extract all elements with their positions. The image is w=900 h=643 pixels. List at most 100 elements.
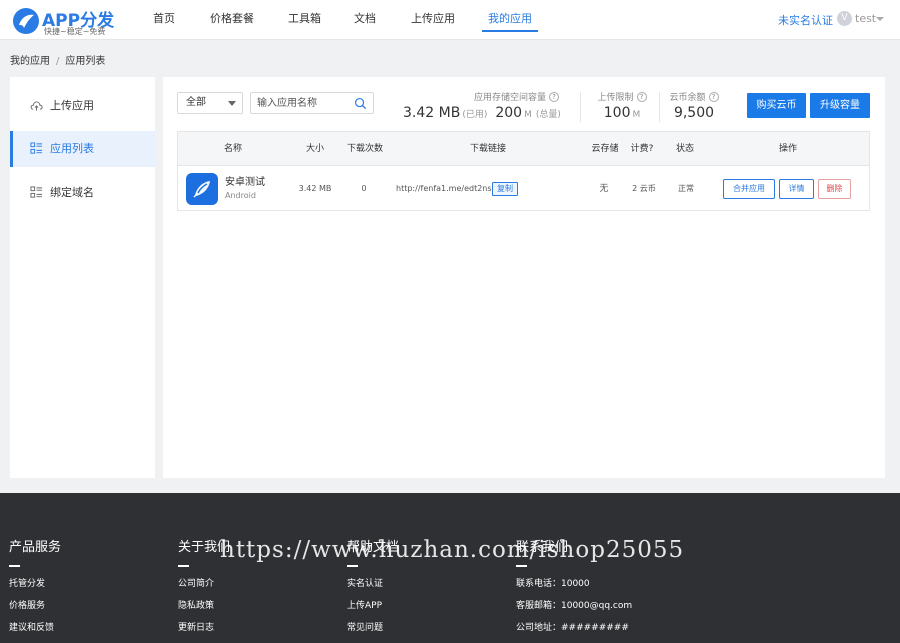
sidebar-item-upload[interactable]: 上传应用 xyxy=(10,88,155,124)
upload-limit-number: 100 xyxy=(603,105,631,121)
cloud-upload-icon xyxy=(30,101,43,111)
nav-toolbox[interactable]: 工具箱 xyxy=(288,0,321,40)
nav-upload-app[interactable]: 上传应用 xyxy=(411,0,455,40)
nav-pricing[interactable]: 价格套餐 xyxy=(210,0,254,40)
download-link[interactable]: http://fenfa1.me/edt2ns xyxy=(396,167,492,211)
billing-value: 2 云币 xyxy=(632,184,656,193)
coins-label: 云币余额? xyxy=(663,90,725,103)
upgrade-storage-button[interactable]: 升级容量 xyxy=(810,93,870,118)
footer: 产品服务 托管分发 价格服务 建议和反馈 关于我们 公司简介 隐私政策 更新日志… xyxy=(0,493,900,643)
sidebar-item-app-list[interactable]: 应用列表 xyxy=(10,131,155,167)
divider xyxy=(347,565,358,567)
storage-stat: 应用存储空间容量? 3.42 MB (已用) 200 M (总量) xyxy=(403,90,573,121)
details-button[interactable]: 详情 xyxy=(779,179,814,199)
table-row: 安卓测试 Android 3.42 MB 0 http://fenfa1.me/… xyxy=(178,167,869,211)
cloud-storage-value: 无 xyxy=(599,184,609,194)
user-avatar[interactable]: V xyxy=(837,11,852,26)
nav-my-apps[interactable]: 我的应用 xyxy=(482,0,538,40)
app-name[interactable]: 安卓测试 xyxy=(225,177,265,189)
realname-auth-link[interactable]: 未实名认证 xyxy=(778,12,833,28)
divider xyxy=(659,92,660,122)
footer-link[interactable]: 公司简介 xyxy=(178,576,338,589)
app-downloads: 0 xyxy=(361,184,367,193)
footer-link[interactable]: 托管分发 xyxy=(9,576,169,589)
nav-docs[interactable]: 文档 xyxy=(354,0,376,40)
storage-label: 应用存储空间容量? xyxy=(403,90,573,103)
copy-button[interactable]: 复制 xyxy=(492,182,518,196)
chevron-down-icon[interactable] xyxy=(876,17,884,21)
upload-limit-stat: 上传限制? 100 M xyxy=(585,90,659,121)
divider xyxy=(516,565,527,567)
delete-button[interactable]: 删除 xyxy=(818,179,851,199)
search-input[interactable] xyxy=(257,95,353,111)
col-status: 状态 xyxy=(675,144,694,154)
logo[interactable]: APP分发 快捷~稳定~免费 xyxy=(12,6,114,36)
app-platform: Android xyxy=(225,191,256,200)
storage-label-text: 应用存储空间容量 xyxy=(473,93,546,103)
col-cloud-storage: 云存储 xyxy=(591,144,619,154)
footer-contact-phone: 联系电话：10000 xyxy=(516,579,590,589)
help-icon[interactable]: ? xyxy=(636,91,647,102)
sidebar-item-label: 绑定域名 xyxy=(50,186,94,199)
col-billing: 计费? xyxy=(630,144,654,154)
sidebar-item-label: 上传应用 xyxy=(50,99,94,112)
divider xyxy=(9,565,20,567)
col-link: 下载链接 xyxy=(469,144,506,154)
footer-link[interactable]: 常见问题 xyxy=(347,620,507,633)
col-name: 名称 xyxy=(223,144,242,154)
storage-total-suffix: (总量) xyxy=(535,110,561,120)
app-icon[interactable] xyxy=(186,173,218,205)
breadcrumb: 我的应用 / 应用列表 xyxy=(10,52,105,67)
upload-limit-label-text: 上传限制 xyxy=(597,93,634,103)
app-size: 3.42 MB xyxy=(298,184,332,193)
help-icon[interactable]: ? xyxy=(549,91,559,102)
storage-used: 3.42 MB xyxy=(403,105,461,121)
buy-coins-button[interactable]: 购买云币 xyxy=(747,93,806,118)
breadcrumb-root[interactable]: 我的应用 xyxy=(10,56,50,67)
divider xyxy=(178,565,189,567)
help-icon[interactable]: ? xyxy=(708,91,719,102)
logo-mark-icon xyxy=(13,8,39,34)
platform-filter-select[interactable]: 全部 xyxy=(177,92,243,114)
coins-stat: 云币余额? 9,500 xyxy=(663,90,725,121)
storage-value: 3.42 MB (已用) 200 M (总量) xyxy=(403,105,573,121)
upload-limit-value: 100 M xyxy=(585,105,659,121)
footer-col-title: 产品服务 xyxy=(9,540,62,555)
footer-col-products: 产品服务 托管分发 价格服务 建议和反馈 xyxy=(9,536,169,633)
coins-value: 9,500 xyxy=(673,105,715,121)
footer-link[interactable]: 价格服务 xyxy=(9,598,169,611)
top-header: APP分发 快捷~稳定~免费 首页 价格套餐 工具箱 文档 上传应用 我的应用 … xyxy=(0,0,900,40)
search-icon[interactable] xyxy=(354,97,367,110)
watermark: https://www.huzhan.com/ishop25055 xyxy=(220,537,685,563)
footer-link[interactable]: 实名认证 xyxy=(347,576,507,589)
app-table: 名称 大小 下载次数 下载链接 云存储 计费? 状态 操作 安卓测试 Andro… xyxy=(177,131,870,211)
footer-link[interactable]: 上传APP xyxy=(347,598,507,611)
breadcrumb-current: 应用列表 xyxy=(65,56,106,67)
col-actions: 操作 xyxy=(778,144,797,154)
storage-total-unit: M xyxy=(524,110,532,120)
breadcrumb-separator: / xyxy=(56,56,60,67)
caret-down-icon xyxy=(228,101,236,106)
upload-limit-label: 上传限制? xyxy=(585,90,659,103)
footer-link[interactable]: 建议和反馈 xyxy=(9,620,169,633)
grid-list-icon xyxy=(30,186,43,198)
footer-contact-address: 公司地址：######### xyxy=(516,623,629,633)
footer-contact-email: 客服邮箱：10000@qq.com xyxy=(516,601,633,611)
storage-total: 200 xyxy=(495,105,523,121)
upload-limit-unit: M xyxy=(632,110,641,120)
col-downloads: 下载次数 xyxy=(346,144,383,154)
storage-used-unit: (已用) xyxy=(462,110,488,120)
username[interactable]: test xyxy=(855,12,876,25)
merge-app-button[interactable]: 合并应用 xyxy=(723,179,775,199)
status-value: 正常 xyxy=(678,184,694,193)
footer-link[interactable]: 更新日志 xyxy=(178,620,338,633)
footer-link[interactable]: 隐私政策 xyxy=(178,598,338,611)
sidebar-item-label: 应用列表 xyxy=(50,142,94,155)
nav-home[interactable]: 首页 xyxy=(153,0,175,40)
table-header: 名称 大小 下载次数 下载链接 云存储 计费? 状态 操作 xyxy=(178,132,869,166)
divider xyxy=(580,92,581,122)
grid-list-icon xyxy=(30,142,43,154)
sidebar-item-bind-domain[interactable]: 绑定域名 xyxy=(10,175,155,211)
search-box xyxy=(250,92,374,114)
coins-label-text: 云币余额 xyxy=(669,93,706,103)
